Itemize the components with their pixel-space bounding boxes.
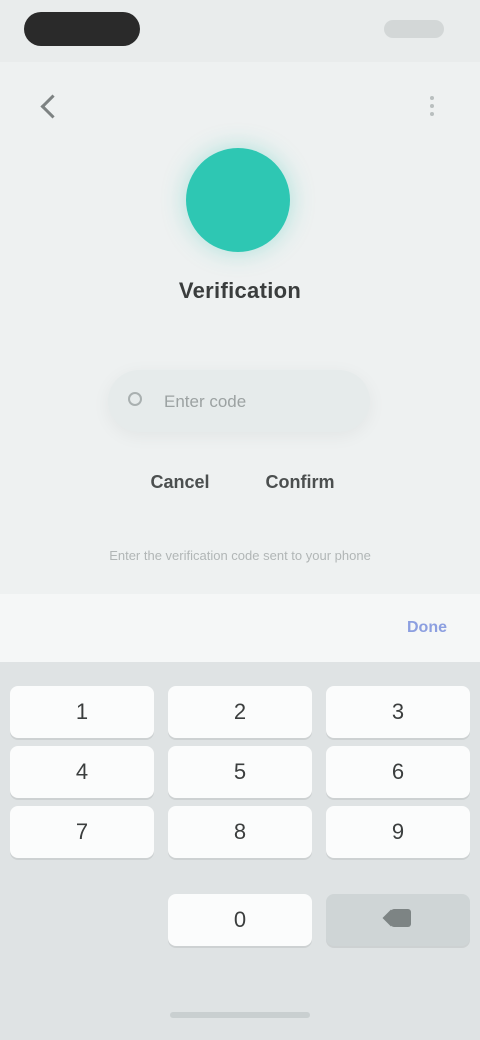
status-bar: [0, 0, 480, 62]
confirm-button[interactable]: Confirm: [250, 466, 350, 498]
key-7[interactable]: 7: [10, 806, 154, 858]
done-button[interactable]: Done: [392, 612, 462, 644]
delete-button[interactable]: [326, 894, 470, 946]
status-indicators: [384, 20, 444, 38]
search-icon: [128, 392, 142, 406]
key-8[interactable]: 8: [168, 806, 312, 858]
verification-input[interactable]: [162, 370, 356, 434]
key-3[interactable]: 3: [326, 686, 470, 738]
delete-icon: [385, 909, 411, 927]
help-text: Enter the verification code sent to your…: [109, 548, 371, 563]
key-9[interactable]: 9: [326, 806, 470, 858]
profile-name: Verification: [178, 278, 302, 303]
status-time-pill: [24, 12, 140, 46]
verification-screen: Verification Cancel Confirm Enter the ve…: [0, 0, 480, 1040]
key-1[interactable]: 1: [10, 686, 154, 738]
avatar: [186, 148, 290, 252]
cancel-button[interactable]: Cancel: [140, 466, 220, 498]
back-icon[interactable]: [32, 88, 68, 124]
verification-input-container[interactable]: [108, 370, 370, 434]
key-4[interactable]: 4: [10, 746, 154, 798]
home-indicator: [170, 1012, 310, 1018]
keyboard-toolbar: Done: [0, 594, 480, 662]
key-5[interactable]: 5: [168, 746, 312, 798]
key-0[interactable]: 0: [168, 894, 312, 946]
more-icon[interactable]: [414, 88, 450, 124]
key-2[interactable]: 2: [168, 686, 312, 738]
numeric-keyboard: Done 1 2 3 4 5 6 7 8 9 0: [0, 594, 480, 1040]
key-6[interactable]: 6: [326, 746, 470, 798]
